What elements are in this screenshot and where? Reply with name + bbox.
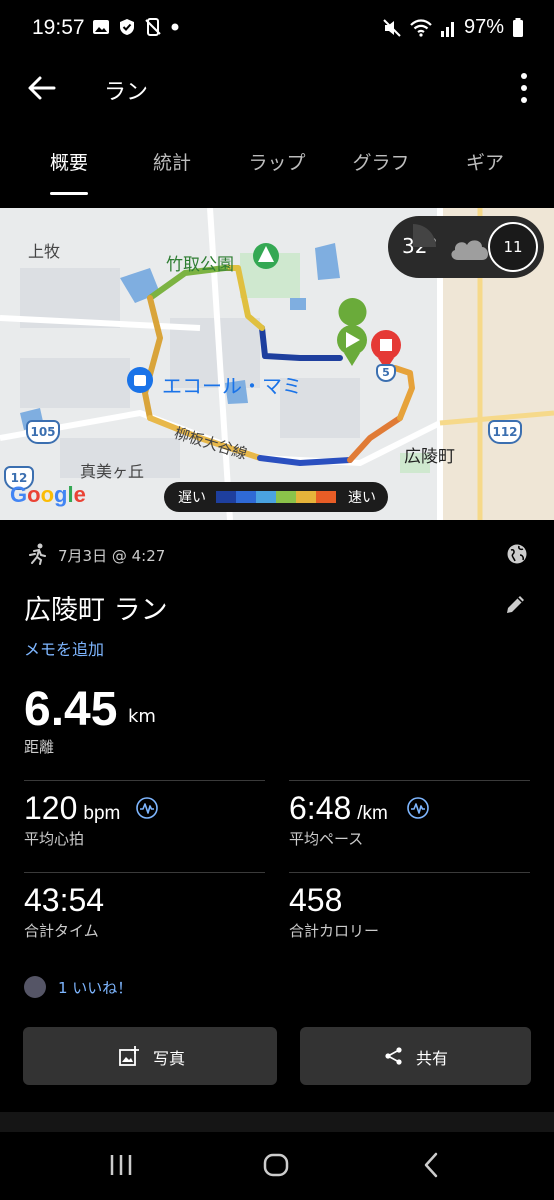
wind-direction-icon xyxy=(413,224,436,247)
globe-icon[interactable] xyxy=(506,543,528,565)
distance-value: 6.45 xyxy=(24,683,118,736)
avatar[interactable] xyxy=(24,976,46,998)
battery-icon xyxy=(513,17,523,37)
back-arrow-icon[interactable] xyxy=(24,70,60,106)
pace-legend: 遅い 速い xyxy=(164,482,388,512)
divider xyxy=(24,872,265,873)
status-bar: 19:57 97% xyxy=(0,0,554,60)
pace-gradient-bar xyxy=(216,491,336,503)
tab-laps[interactable]: ラップ xyxy=(248,148,305,175)
dot-icon xyxy=(171,23,179,31)
calories-value: 458 xyxy=(289,882,343,918)
pace-label: 平均ペース xyxy=(289,830,364,848)
route-badge-112: 112 xyxy=(488,420,522,444)
wind-speed: 11 xyxy=(503,238,523,256)
share-icon xyxy=(385,1047,402,1065)
signal-icon xyxy=(440,21,454,37)
map-label-park: 竹取公園 xyxy=(166,255,234,275)
route-badge-105: 105 xyxy=(26,420,60,444)
no-phone-icon xyxy=(145,18,161,36)
likes-link[interactable]: 1 いいね！ xyxy=(58,977,132,998)
battery-percent: 97% xyxy=(463,16,504,38)
app-bar: ラン xyxy=(0,60,554,116)
total-time-label: 合計タイム xyxy=(24,922,99,940)
status-time: 19:57 xyxy=(32,16,85,39)
status-right: 97% xyxy=(382,16,524,39)
tab-overview[interactable]: 概要 xyxy=(50,148,88,175)
tab-gear[interactable]: ギア xyxy=(466,148,504,175)
total-time-value: 43:54 xyxy=(24,882,105,918)
tab-graph[interactable]: グラフ xyxy=(352,148,409,175)
share-button[interactable]: 共有 xyxy=(300,1027,531,1085)
image-icon xyxy=(93,20,109,34)
cloud-icon xyxy=(451,240,489,260)
wifi-icon xyxy=(410,18,432,37)
map-label-kamimaki: 上牧 xyxy=(28,242,61,261)
activity-title: 広陵町 ラン xyxy=(24,595,168,626)
edit-pencil-icon[interactable] xyxy=(504,592,528,616)
page-title: ラン xyxy=(104,80,149,105)
heart-rate-value: 120 xyxy=(24,790,78,826)
heart-rate-stat: 120 bpm xyxy=(24,790,120,827)
map-label-store: エコール・マミ xyxy=(162,374,302,398)
add-memo-link[interactable]: メモを追加 xyxy=(24,636,104,660)
calories-label: 合計カロリー xyxy=(289,922,380,940)
route-map[interactable]: 上牧 竹取公園 エコール・マミ 柳板大谷線 真美ヶ丘 広陵町 105 12 11… xyxy=(0,208,554,520)
divider xyxy=(289,780,530,781)
share-label: 共有 xyxy=(416,1049,449,1068)
pace-stat: 6:48/km xyxy=(289,790,388,827)
recent-apps-icon[interactable] xyxy=(106,1150,136,1180)
legend-fast: 速い xyxy=(348,490,376,506)
heart-rate-label: 平均心拍 xyxy=(24,830,85,848)
distance-label: 距離 xyxy=(24,738,55,756)
legend-slow: 遅い xyxy=(178,490,206,506)
activity-date: 7月3日 @ 4:27 xyxy=(58,547,166,565)
total-time-stat: 43:54 xyxy=(24,882,104,919)
back-icon[interactable] xyxy=(417,1150,447,1180)
tab-bar: 概要 統計 ラップ グラフ ギア xyxy=(0,140,554,196)
shield-check-icon xyxy=(120,19,134,35)
heart-rate-wave-icon[interactable] xyxy=(136,797,158,819)
distance-unit: km xyxy=(128,706,156,727)
pace-wave-icon[interactable] xyxy=(407,797,429,819)
add-photo-icon xyxy=(119,1046,139,1066)
weather-widget[interactable]: 32° 11 xyxy=(388,216,544,278)
google-logo: Google xyxy=(10,482,86,507)
map-label-mamigaoka: 真美ヶ丘 xyxy=(80,462,145,481)
status-left-icons xyxy=(92,18,180,36)
more-options-icon[interactable] xyxy=(516,70,532,106)
calories-stat: 458 xyxy=(289,882,342,919)
pace-value: 6:48 xyxy=(289,790,352,826)
system-nav-bar xyxy=(0,1132,554,1200)
map-label-koryo: 広陵町 xyxy=(404,447,455,467)
heart-rate-unit: bpm xyxy=(83,803,121,824)
pace-unit: /km xyxy=(357,803,388,824)
active-tab-indicator xyxy=(50,192,88,195)
add-photo-button[interactable]: 写真 xyxy=(23,1027,277,1085)
home-icon[interactable] xyxy=(261,1150,291,1180)
divider xyxy=(289,872,530,873)
add-photo-label: 写真 xyxy=(153,1049,186,1068)
divider xyxy=(24,780,265,781)
mute-icon xyxy=(383,18,401,37)
tab-stats[interactable]: 統計 xyxy=(153,148,191,175)
bottom-strip xyxy=(0,1112,554,1132)
run-icon xyxy=(29,543,46,565)
